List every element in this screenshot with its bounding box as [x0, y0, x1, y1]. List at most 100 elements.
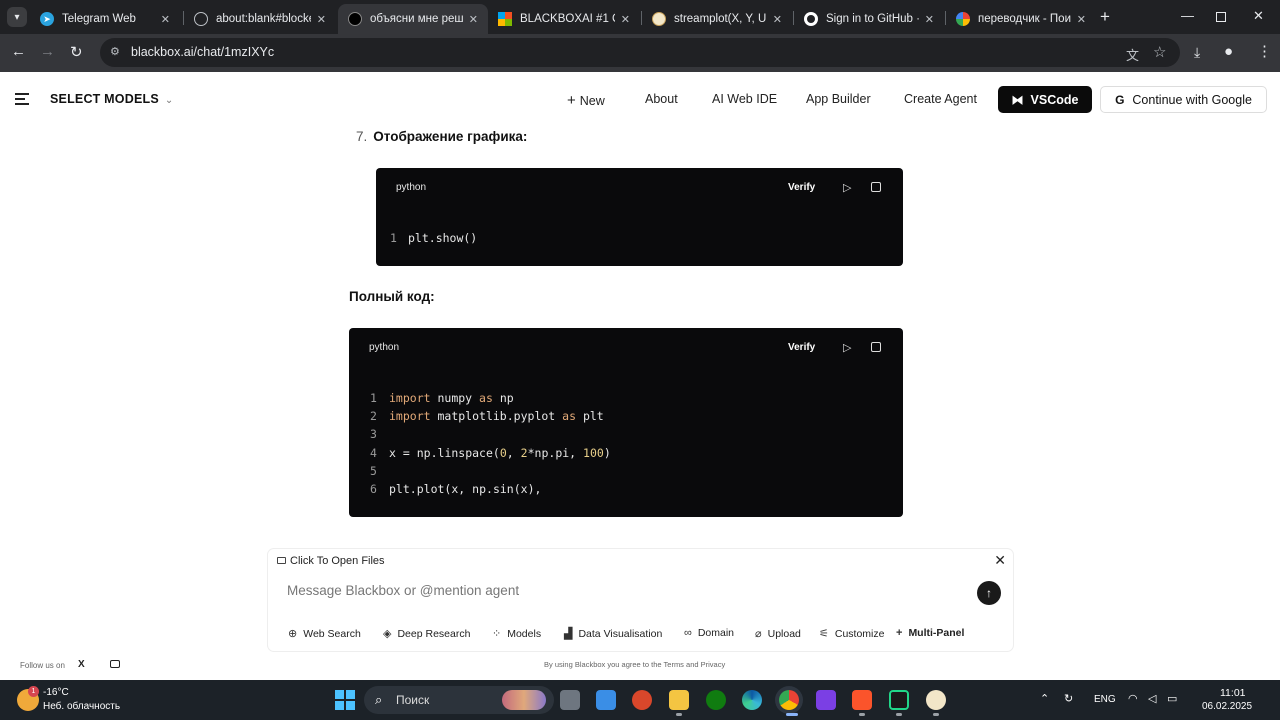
- multi-panel-chip[interactable]: + Multi-Panel: [896, 627, 964, 639]
- browser-tab-streamplot[interactable]: streamplot(X, Y, U, V ✕: [642, 4, 792, 34]
- browser-tab-github[interactable]: Sign in to GitHub · G ✕: [794, 4, 944, 34]
- chrome-icon[interactable]: [779, 690, 799, 710]
- send-button[interactable]: ↑: [977, 581, 1001, 605]
- purple-app-icon[interactable]: [816, 690, 836, 710]
- tab-title: Sign in to GitHub · G: [826, 13, 919, 25]
- tab-close-icon[interactable]: ✕: [925, 13, 934, 26]
- vscode-icon: ⧓: [1011, 92, 1024, 107]
- browser-tab-blank[interactable]: about:blank#blocked ✕: [184, 4, 336, 34]
- maximize-icon[interactable]: [1216, 12, 1226, 22]
- browser-tab-telegram[interactable]: ➤ Telegram Web ✕: [30, 4, 180, 34]
- run-code-icon[interactable]: ▷: [843, 341, 851, 354]
- tab-close-icon[interactable]: ✕: [317, 13, 326, 26]
- bookmark-star-icon[interactable]: ☆: [1153, 43, 1166, 61]
- input-language[interactable]: ENG: [1094, 694, 1116, 705]
- clock-time[interactable]: 11:01: [1220, 687, 1246, 699]
- nav-ai-web-ide[interactable]: AI Web IDE: [712, 92, 777, 106]
- weather-temperature[interactable]: -16°C: [43, 687, 69, 698]
- pycharm-icon[interactable]: [889, 690, 909, 710]
- reload-icon[interactable]: ↻: [70, 43, 83, 61]
- select-models-dropdown[interactable]: SELECT MODELS ⌄: [50, 92, 173, 106]
- continue-with-google-button[interactable]: G Continue with Google: [1100, 86, 1267, 113]
- volume-muted-icon[interactable]: ◁: [1148, 692, 1156, 705]
- verify-button[interactable]: Verify: [788, 182, 815, 193]
- discord-icon[interactable]: [110, 660, 120, 668]
- domain-chip[interactable]: ∞ Domain: [684, 627, 734, 639]
- weather-description[interactable]: Неб. облачность: [43, 701, 120, 712]
- open-files-button[interactable]: Click To Open Files: [277, 555, 385, 567]
- python-app-icon[interactable]: [926, 690, 946, 710]
- show-hidden-icons-chevron-icon[interactable]: ⌃: [1040, 692, 1049, 705]
- active-indicator: [786, 713, 798, 716]
- taskbar-search[interactable]: ⌕ Поиск: [364, 686, 554, 714]
- file-explorer-icon[interactable]: [669, 690, 689, 710]
- tab-close-icon[interactable]: ✕: [621, 13, 630, 26]
- nav-create-agent[interactable]: Create Agent: [904, 92, 977, 106]
- task-view-icon[interactable]: [560, 690, 580, 710]
- xbox-icon[interactable]: [706, 690, 726, 710]
- x-social-icon[interactable]: X: [78, 659, 85, 670]
- windows-start-icon[interactable]: [335, 690, 355, 710]
- widgets-store-icon[interactable]: [596, 690, 616, 710]
- edge-icon[interactable]: [742, 690, 762, 710]
- close-window-icon[interactable]: ✕: [1253, 8, 1264, 24]
- nav-app-builder[interactable]: App Builder: [806, 92, 871, 106]
- address-bar[interactable]: ⚙ blackbox.ai/chat/1mzIXYc 文 ☆: [100, 38, 1180, 67]
- copy-icon[interactable]: [871, 342, 881, 352]
- vscode-button[interactable]: ⧓ VSCode: [998, 86, 1092, 113]
- google-icon: [956, 12, 970, 26]
- tab-search-chevron-icon[interactable]: ▾: [7, 7, 27, 27]
- url-text[interactable]: blackbox.ai/chat/1mzIXYc: [131, 45, 274, 59]
- clock-date[interactable]: 06.02.2025: [1202, 701, 1252, 712]
- message-input[interactable]: [287, 583, 967, 598]
- translate-icon[interactable]: 文: [1126, 45, 1139, 64]
- bar-chart-icon: ▟: [564, 628, 573, 640]
- data-visualisation-chip[interactable]: ▟ Data Visualisation: [564, 627, 662, 641]
- sidebar-toggle-icon[interactable]: [15, 93, 29, 108]
- tab-close-icon[interactable]: ✕: [773, 13, 782, 26]
- deep-research-chip[interactable]: ◈ Deep Research: [383, 627, 470, 641]
- customize-chip[interactable]: ⚟ Customize: [819, 627, 884, 641]
- tab-close-icon[interactable]: ✕: [1077, 13, 1086, 26]
- terms-text: By using Blackbox you agree to the Terms…: [544, 660, 726, 669]
- web-search-chip[interactable]: ⊕ Web Search: [288, 627, 361, 641]
- step-title: Отображение графика:: [373, 129, 528, 144]
- search-highlight-image: [502, 690, 546, 710]
- new-chat-button[interactable]: + New: [567, 92, 605, 109]
- copy-icon[interactable]: [871, 182, 881, 192]
- line-number: 6: [370, 482, 377, 496]
- full-code-heading: Полный код:: [349, 289, 435, 304]
- nav-about[interactable]: About: [645, 92, 678, 106]
- browser-tab-blackbox-active[interactable]: объясни мне решен ✕: [338, 4, 488, 34]
- brave-icon[interactable]: [852, 690, 872, 710]
- models-chip[interactable]: ⁘ Models: [492, 627, 542, 641]
- downloads-icon[interactable]: ⤓: [1194, 44, 1200, 61]
- tab-close-icon[interactable]: ✕: [161, 13, 170, 26]
- new-tab-plus-icon[interactable]: +: [1100, 7, 1110, 27]
- select-models-label: SELECT MODELS: [50, 92, 159, 106]
- message-composer: Click To Open Files ✕ ↑ ⊕ Web Search ◈ Dee…: [268, 549, 1013, 651]
- chip-label: Models: [507, 627, 542, 640]
- tab-close-icon[interactable]: ✕: [469, 13, 478, 26]
- browser-tab-google[interactable]: переводчик - Поиск ✕: [946, 4, 1096, 34]
- verify-button[interactable]: Verify: [788, 342, 815, 353]
- forward-arrow-icon[interactable]: →: [40, 43, 55, 60]
- sliders-icon: ⚟: [819, 628, 829, 640]
- minimize-icon[interactable]: —: [1181, 8, 1194, 23]
- run-code-icon[interactable]: ▷: [843, 181, 851, 194]
- browser-tab-blackboxai[interactable]: BLACKBOXAI #1 Cod ✕: [488, 4, 640, 34]
- back-arrow-icon[interactable]: ←: [11, 43, 26, 60]
- more-menu-icon[interactable]: ⋮: [1257, 42, 1272, 60]
- presentation-app-icon[interactable]: [632, 690, 652, 710]
- running-indicator: [676, 713, 682, 716]
- sync-icon[interactable]: ↻: [1064, 692, 1073, 705]
- close-icon[interactable]: ✕: [994, 552, 1006, 569]
- battery-icon[interactable]: ▭: [1167, 692, 1177, 705]
- weather-alert-badge: 1: [28, 686, 39, 697]
- wifi-icon[interactable]: ◠: [1128, 692, 1138, 705]
- running-indicator: [859, 713, 865, 716]
- telegram-icon: ➤: [40, 12, 54, 26]
- upload-chip[interactable]: ⌀ Upload: [755, 627, 801, 641]
- site-settings-icon[interactable]: ⚙: [110, 45, 124, 59]
- profile-icon[interactable]: ●: [1224, 43, 1233, 60]
